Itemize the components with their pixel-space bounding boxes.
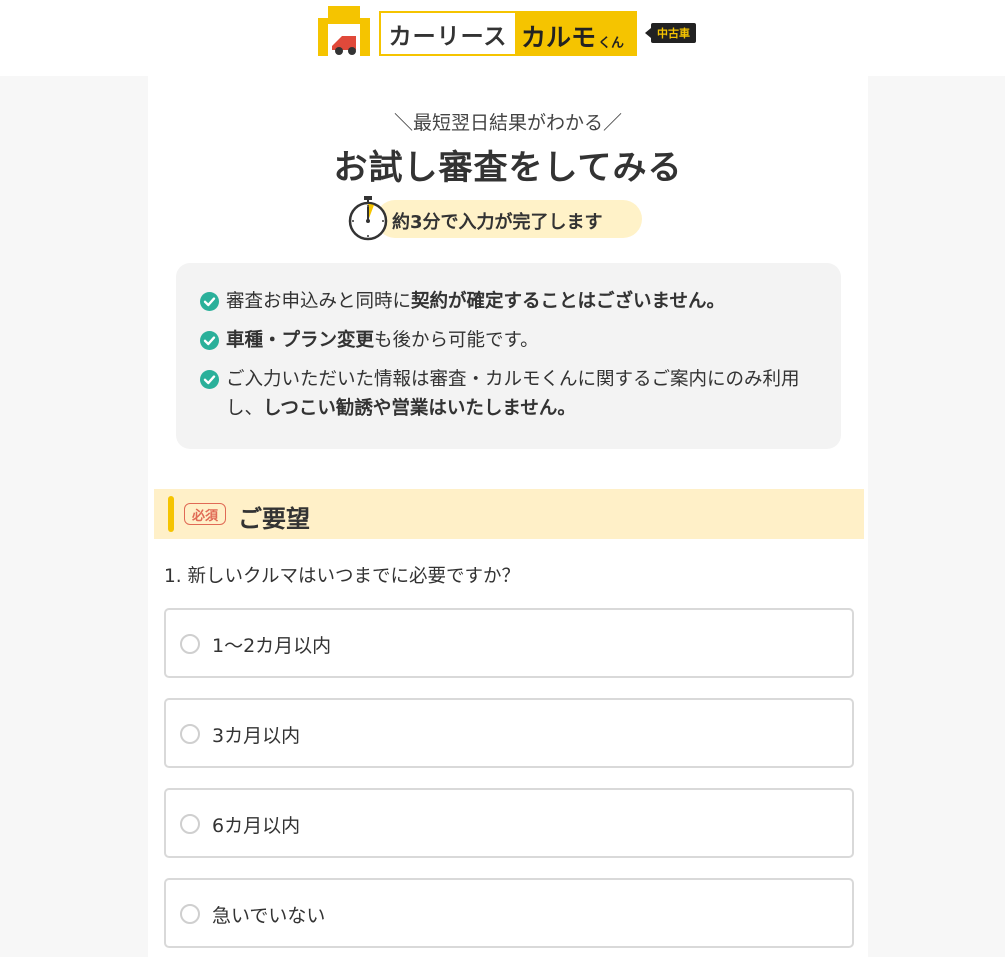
notice-bold: しつこい勧誘や営業はいたしません。: [263, 398, 576, 419]
notice-item: 審査お申込みと同時に契約が確定することはございません。: [200, 287, 817, 316]
car-house-logo-icon: [318, 6, 370, 56]
time-note: 約3分で入力が完了します: [346, 196, 644, 241]
question-label: 1. 新しいクルマはいつまでに必要ですか？: [164, 566, 520, 587]
section-header: 必須 ご要望: [154, 489, 864, 539]
option-3-months[interactable]: 3カ月以内: [164, 698, 854, 768]
form-panel: ＼最短翌日結果がわかる／ お試し審査をしてみる 約3分で入力が完了します 審査お…: [148, 76, 868, 957]
logo-brand: カルモ: [521, 23, 597, 52]
logo-left-text: カーリース: [388, 23, 508, 50]
check-circle-icon: [200, 292, 219, 311]
time-note-text: 約3分で入力が完了します: [392, 212, 603, 233]
stopwatch-icon: [348, 196, 388, 241]
page-title: お試し審査をしてみる: [333, 148, 683, 188]
option-label: 1〜2カ月以内: [212, 635, 332, 657]
notice-box: 審査お申込みと同時に契約が確定することはございません。 車種・プラン変更も後から…: [176, 263, 841, 449]
option-label: 3カ月以内: [212, 725, 301, 747]
option-6-months[interactable]: 6カ月以内: [164, 788, 854, 858]
notice-bold: 車種・プラン変更: [226, 330, 375, 351]
used-car-tag: 中古車: [645, 23, 696, 43]
carmo-logo[interactable]: カーリース カルモ くん 中古車: [318, 6, 698, 56]
required-badge: 必須: [184, 503, 226, 525]
radio-button[interactable]: [180, 904, 200, 924]
site-header: カーリース カルモ くん 中古車: [0, 0, 1005, 76]
radio-button[interactable]: [180, 724, 200, 744]
logo-brand-block: カルモ くん: [515, 13, 637, 54]
logo-wordmark: カーリース カルモ くん: [379, 11, 637, 56]
option-1-2-months[interactable]: 1〜2カ月以内: [164, 608, 854, 678]
notice-item: 車種・プラン変更も後から可能です。: [200, 326, 817, 355]
sub-catch: ＼最短翌日結果がわかる／: [393, 112, 622, 134]
check-circle-icon: [200, 331, 219, 350]
option-label: 6カ月以内: [212, 815, 301, 837]
radio-button[interactable]: [180, 634, 200, 654]
notice-item: ご入力いただいた情報は審査・カルモくんに関するご案内にのみ利用し、しつこい勧誘や…: [200, 365, 817, 423]
section-title: ご要望: [238, 505, 310, 533]
logo-suffix: くん: [598, 36, 625, 51]
option-label: 急いでいない: [212, 905, 326, 927]
notice-bold: 契約が確定することはございません。: [411, 291, 725, 312]
notice-text: 審査お申込みと同時に: [226, 291, 412, 312]
notice-text: も後から可能です。: [374, 330, 539, 351]
option-no-rush[interactable]: 急いでいない: [164, 878, 854, 948]
section-accent-bar: [168, 496, 174, 532]
radio-button[interactable]: [180, 814, 200, 834]
check-circle-icon: [200, 370, 219, 389]
